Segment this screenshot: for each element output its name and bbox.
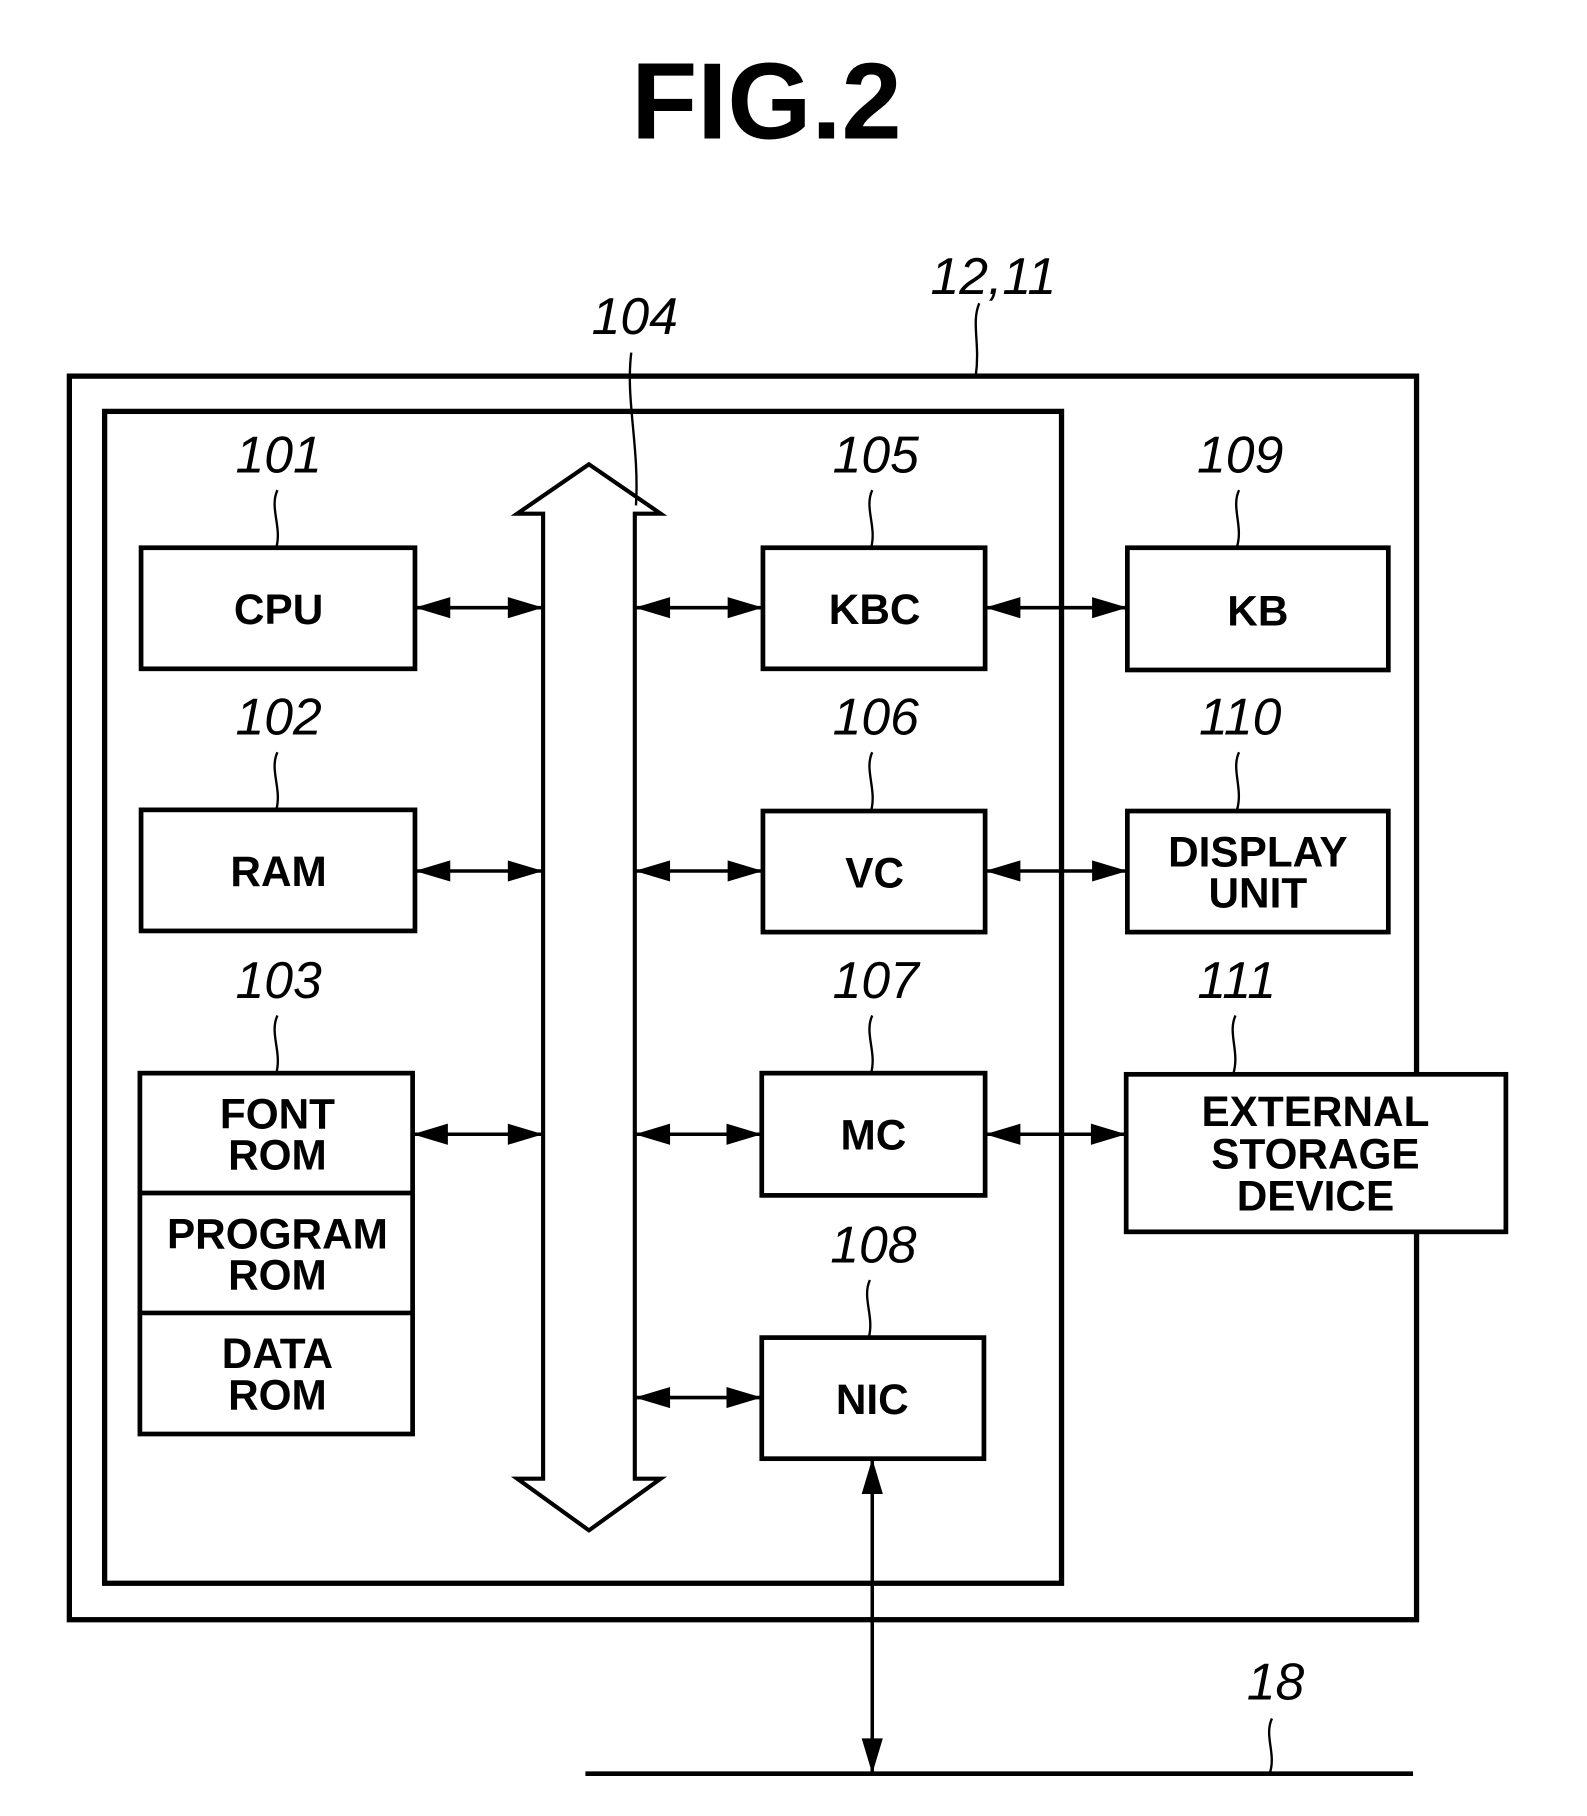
vc-label: VC (845, 849, 904, 896)
ref-rom: 103 (235, 951, 322, 1009)
rom-bus-arrowhead-left (412, 1123, 448, 1145)
nic-network-arrowhead-down (861, 1738, 883, 1774)
ref-storage-leader (1231, 1015, 1237, 1075)
kb-label: KB (1227, 587, 1288, 634)
kbc-kb-arrowhead-left (985, 597, 1021, 619)
ref-network: 18 (1247, 1653, 1305, 1711)
ref-storage: 111 (1197, 951, 1276, 1009)
bus-kbc-arrowhead-left (634, 597, 671, 619)
vc-display-arrowhead-left (985, 860, 1021, 882)
kbc-label: KBC (829, 586, 921, 633)
ref-network-leader (1267, 1717, 1274, 1775)
ref-nic-leader (865, 1279, 872, 1338)
bus-vc-arrowhead-left (634, 860, 671, 882)
vc-display-arrowhead-right (1092, 860, 1128, 882)
ref-system: 12,11 (931, 247, 1057, 305)
ref-kb-leader (1235, 489, 1241, 549)
mc-storage-arrowhead-left (985, 1123, 1021, 1145)
bus-mc-arrowhead-left (634, 1123, 671, 1145)
bus-vc-arrowhead-right (727, 860, 763, 882)
ref-cpu-leader (273, 489, 280, 549)
ref-display: 110 (1199, 688, 1282, 746)
bus-nic-arrowhead-right (726, 1386, 762, 1409)
bus-nic-arrowhead-left (634, 1386, 671, 1409)
ref-kbc: 105 (833, 426, 920, 484)
display-label-line2: UNIT (1208, 869, 1307, 916)
vc-block: VC (760, 808, 988, 935)
ref-kb: 109 (1197, 426, 1283, 484)
storage-block: EXTERNAL STORAGE DEVICE (1123, 1071, 1509, 1235)
block-diagram: FIG.2 CPU RAM FONT ROM PROGRAM ROM DATA … (66, 41, 1509, 1777)
kb-block: KB (1125, 545, 1391, 673)
bus-kbc-arrowhead-right (727, 597, 763, 619)
display-label-line1: DISPLAY (1168, 828, 1347, 875)
font-rom-label-line2: ROM (228, 1132, 327, 1179)
ref-mc: 107 (833, 951, 922, 1009)
data-rom-label-line1: DATA (222, 1330, 333, 1377)
ref-vc-leader (868, 751, 874, 812)
mc-storage-arrowhead-right (1090, 1123, 1127, 1145)
mc-block: MC (759, 1070, 988, 1198)
font-rom-label-line1: FONT (220, 1090, 335, 1137)
ref-ram: 102 (235, 688, 321, 746)
data-rom-label-line2: ROM (228, 1371, 327, 1418)
storage-label-line1: EXTERNAL (1201, 1088, 1429, 1135)
program-rom-label-line1: PROGRAM (167, 1210, 388, 1257)
ref-kbc-leader (868, 489, 874, 549)
system-bus-arrow (510, 461, 668, 1533)
ref-vc: 106 (833, 688, 920, 746)
figure-title: FIG.2 (631, 41, 901, 162)
storage-label-line3: DEVICE (1237, 1173, 1394, 1220)
display-block: DISPLAY UNIT (1125, 808, 1391, 935)
cpu-block: CPU (138, 545, 418, 672)
rom-bus-arrowhead-right (507, 1123, 544, 1145)
ref-system-leader (974, 302, 981, 377)
cpu-bus-arrowhead-right (507, 597, 544, 619)
nic-label: NIC (836, 1376, 909, 1423)
ref-mc-leader (868, 1015, 874, 1074)
storage-label-line2: STORAGE (1211, 1130, 1419, 1177)
cpu-label: CPU (234, 586, 323, 633)
nic-block: NIC (759, 1335, 987, 1462)
cpu-bus-arrowhead-left (414, 597, 451, 619)
program-rom-label-line2: ROM (228, 1251, 327, 1298)
kbc-block: KBC (760, 545, 988, 672)
ram-block: RAM (138, 807, 418, 934)
ref-ram-leader (273, 751, 280, 811)
ref-nic: 108 (830, 1215, 917, 1273)
ram-label: RAM (230, 848, 326, 895)
rom-block: FONT ROM PROGRAM ROM DATA ROM (137, 1070, 415, 1437)
reference-labels: 12,11 104 101 105 109 102 106 110 103 10… (235, 247, 1305, 1775)
ref-cpu: 101 (235, 426, 321, 484)
mc-label: MC (841, 1112, 907, 1159)
bus-mc-arrowhead-right (726, 1123, 762, 1145)
ram-bus-arrowhead-left (414, 860, 451, 882)
ram-bus-arrowhead-right (507, 860, 544, 882)
nic-network-arrowhead-up (861, 1458, 883, 1494)
ref-rom-leader (273, 1015, 280, 1074)
kbc-kb-arrowhead-right (1092, 597, 1128, 619)
ref-display-leader (1235, 751, 1241, 812)
ref-bus: 104 (592, 287, 678, 345)
